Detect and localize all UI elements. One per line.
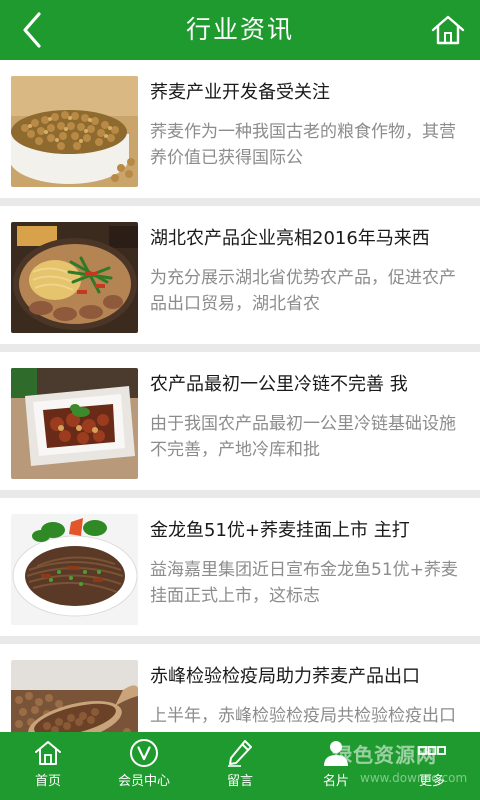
news-item[interactable]: 荞麦产业开发备受关注 荞麦作为一种我国古老的粮食作物，其营养价值已获得国际公 <box>0 60 480 198</box>
news-summary: 益海嘉里集团近日宣布金龙鱼51优+荞麦挂面正式上市，这标志 <box>150 560 458 606</box>
person-icon <box>324 741 348 766</box>
news-summary: 为充分展示湖北省优势农产品，促进农产品出口贸易，湖北省农 <box>150 268 456 314</box>
home-icon <box>431 15 465 45</box>
tab-label: 留言 <box>226 774 253 789</box>
tab-label: 更多 <box>418 774 445 789</box>
news-thumbnail <box>11 222 138 333</box>
news-summary: 上半年，赤峰检验检疫局共检验检疫出口荞麦及其产品114批 <box>150 706 456 726</box>
grid-icon <box>418 746 446 755</box>
news-list[interactable]: 荞麦产业开发备受关注 荞麦作为一种我国古老的粮食作物，其营养价值已获得国际公 湖… <box>0 60 480 732</box>
news-thumbnail <box>11 660 138 732</box>
app-header: 行业资讯 <box>0 0 480 60</box>
tab-message[interactable]: 留言 <box>192 732 288 800</box>
tab-member-center[interactable]: 会员中心 <box>96 732 192 800</box>
tab-label: 名片 <box>322 774 349 789</box>
member-v-icon <box>130 739 158 767</box>
tab-business-card[interactable]: 名片 <box>288 732 384 800</box>
news-summary: 由于我国农产品最初一公里冷链基础设施不完善，产地冷库和批 <box>150 414 456 460</box>
news-thumbnail <box>11 76 138 187</box>
news-thumbnail <box>11 368 138 479</box>
home-icon <box>35 741 61 765</box>
page-title: 行业资讯 <box>185 15 294 44</box>
tab-label: 会员中心 <box>117 774 170 789</box>
news-item[interactable]: 农产品最初一公里冷链不完善 我 由于我国农产品最初一公里冷链基础设施不完善，产地… <box>0 352 480 490</box>
tab-label: 首页 <box>34 774 61 789</box>
tab-more[interactable]: 更多 <box>384 732 480 800</box>
news-item[interactable]: 赤峰检验检疫局助力荞麦产品出口 上半年，赤峰检验检疫局共检验检疫出口荞麦及其产品… <box>0 644 480 732</box>
news-thumbnail <box>11 514 138 625</box>
news-title[interactable]: 赤峰检验检疫局助力荞麦产品出口 <box>150 664 468 690</box>
news-item[interactable]: 金龙鱼51优+荞麦挂面上市 主打 益海嘉里集团近日宣布金龙鱼51优+荞麦挂面正式… <box>0 498 480 636</box>
tab-home[interactable]: 首页 <box>0 732 96 800</box>
news-title[interactable]: 荞麦产业开发备受关注 <box>150 80 468 106</box>
news-item[interactable]: 湖北农产品企业亮相2016年马来西 为充分展示湖北省优势农产品，促进农产品出口贸… <box>0 206 480 344</box>
news-summary: 荞麦作为一种我国古老的粮食作物，其营养价值已获得国际公 <box>150 122 456 168</box>
news-title[interactable]: 金龙鱼51优+荞麦挂面上市 主打 <box>150 518 468 544</box>
news-title[interactable]: 农产品最初一公里冷链不完善 我 <box>150 372 468 398</box>
news-title[interactable]: 湖北农产品企业亮相2016年马来西 <box>150 226 468 252</box>
home-button[interactable] <box>426 8 470 52</box>
pencil-icon <box>228 740 252 767</box>
bottom-tabbar: 首页 会员中心 留言 名片 更多 <box>0 732 480 800</box>
